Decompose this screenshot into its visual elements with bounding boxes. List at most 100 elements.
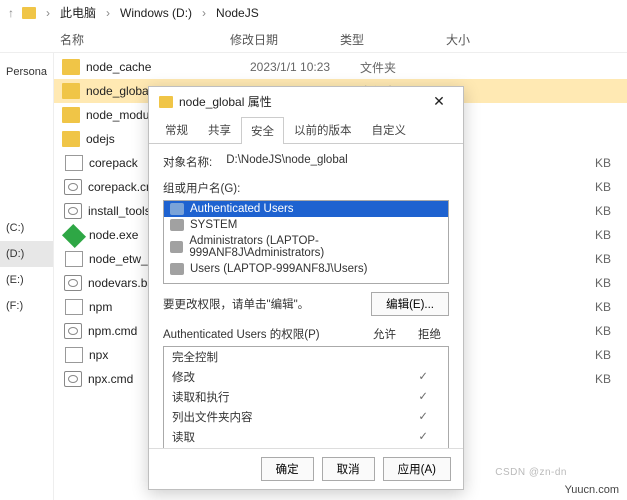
crumb-drive[interactable]: Windows (D:) [120,6,192,20]
user-label: Administrators (LAPTOP-999ANF8J\Administ… [189,235,442,259]
folder-icon [62,107,80,123]
header-type[interactable]: 类型 [340,31,410,48]
gear-icon [64,371,82,387]
file-size: KB [595,180,611,194]
allow-check-icon: ✓ [418,389,428,405]
gear-icon [64,323,82,339]
chevron-right-icon: › [104,6,112,20]
file-size: KB [595,300,611,314]
gear-icon [64,203,82,219]
sidebar-item[interactable]: (C:) [0,215,53,241]
permission-name: 读取和执行 [172,389,230,405]
user-icon [170,263,184,275]
group-users-label: 组或用户名(G): [163,180,449,196]
header-name[interactable]: 名称 [60,31,230,48]
file-size: KB [595,372,611,386]
user-icon [170,219,184,231]
permission-name: 完全控制 [172,349,218,365]
allow-header: 允许 [373,326,396,342]
file-size: KB [595,348,611,362]
header-date[interactable]: 修改日期 [230,31,340,48]
folder-icon [159,96,173,108]
edit-hint: 要更改权限，请单击"编辑"。 [163,296,309,312]
cancel-button[interactable]: 取消 [322,457,375,481]
drive-sidebar: Persona (C:) (D:) (E:) (F:) [0,53,54,500]
watermark: Yuucn.com [565,484,619,496]
folder-icon [62,131,80,147]
permission-row: 修改 ✓ [164,367,448,387]
faint-watermark: CSDN @zn-dn [495,467,567,478]
chevron-right-icon: › [44,6,52,20]
user-item[interactable]: Authenticated Users [164,201,448,217]
file-size: KB [595,156,611,170]
chevron-right-icon: › [200,6,208,20]
tab-custom[interactable]: 自定义 [362,116,417,143]
exe-icon [62,224,86,248]
permission-row: 读取和执行 ✓ [164,387,448,407]
user-label: Authenticated Users [190,203,294,215]
dialog-title: node_global 属性 [179,93,272,110]
permission-row: 列出文件夹内容 ✓ [164,407,448,427]
crumb-pc[interactable]: 此电脑 [60,4,96,21]
column-headers: 名称 修改日期 类型 大小 [0,27,627,53]
user-label: Users (LAPTOP-999ANF8J\Users) [190,263,367,275]
file-size: KB [595,204,611,218]
permissions-list[interactable]: 完全控制修改✓读取和执行✓列出文件夹内容✓读取✓写入✓ [163,346,449,448]
allow-check-icon: ✓ [418,369,428,385]
permission-name: 读取 [172,429,195,445]
file-size: KB [595,276,611,290]
gear-icon [64,179,82,195]
folder-icon [62,83,80,99]
permissions-label: Authenticated Users 的权限(P) [163,326,320,342]
user-item[interactable]: Users (LAPTOP-999ANF8J\Users) [164,261,448,277]
dialog-titlebar: node_global 属性 ✕ [149,87,463,116]
dialog-tabs: 常规 共享 安全 以前的版本 自定义 [149,116,463,144]
file-icon [65,299,83,315]
permission-row: 完全控制 [164,347,448,367]
file-size: KB [595,252,611,266]
tab-share[interactable]: 共享 [198,116,241,143]
deny-header: 拒绝 [418,326,441,342]
file-icon [65,251,83,267]
file-row[interactable]: node_cache2023/1/1 10:23文件夹 [54,55,627,79]
file-icon [65,347,83,363]
sidebar-item[interactable]: (D:) [0,241,53,267]
close-button[interactable]: ✕ [425,93,453,110]
file-name: node_cache [86,60,250,74]
user-icon [170,203,184,215]
user-item[interactable]: SYSTEM [164,217,448,233]
tab-previous-versions[interactable]: 以前的版本 [284,116,362,143]
up-arrow-icon[interactable]: ↑ [8,6,14,20]
users-listbox[interactable]: Authenticated Users SYSTEM Administrators … [163,200,449,284]
header-size[interactable]: 大小 [410,31,470,48]
file-date: 2023/1/1 10:23 [250,60,360,74]
file-type: 文件夹 [360,59,430,76]
properties-dialog: node_global 属性 ✕ 常规 共享 安全 以前的版本 自定义 对象名称… [148,86,464,490]
crumb-folder[interactable]: NodeJS [216,6,259,20]
sidebar-item[interactable]: (E:) [0,267,53,293]
user-icon [170,241,183,253]
edit-button[interactable]: 编辑(E)... [371,292,449,316]
permission-row: 读取 ✓ [164,427,448,447]
file-size: KB [595,324,611,338]
allow-check-icon: ✓ [418,409,428,425]
apply-button[interactable]: 应用(A) [383,457,451,481]
ok-button[interactable]: 确定 [261,457,314,481]
object-name-label: 对象名称: [163,154,212,170]
sidebar-item[interactable]: (F:) [0,293,53,319]
gear-icon [64,275,82,291]
tab-security[interactable]: 安全 [241,117,284,144]
sidebar-item[interactable]: Persona [0,59,53,85]
tab-general[interactable]: 常规 [155,116,198,143]
file-icon [65,155,83,171]
file-size: KB [595,228,611,242]
user-item[interactable]: Administrators (LAPTOP-999ANF8J\Administ… [164,233,448,261]
allow-check-icon: ✓ [418,429,428,445]
permission-name: 列出文件夹内容 [172,409,253,425]
user-label: SYSTEM [190,219,237,231]
folder-icon [22,7,36,19]
permission-name: 修改 [172,369,195,385]
breadcrumb: ↑ › 此电脑 › Windows (D:) › NodeJS [0,0,627,27]
object-name-value: D:\NodeJS\node_global [226,154,347,170]
folder-icon [62,59,80,75]
